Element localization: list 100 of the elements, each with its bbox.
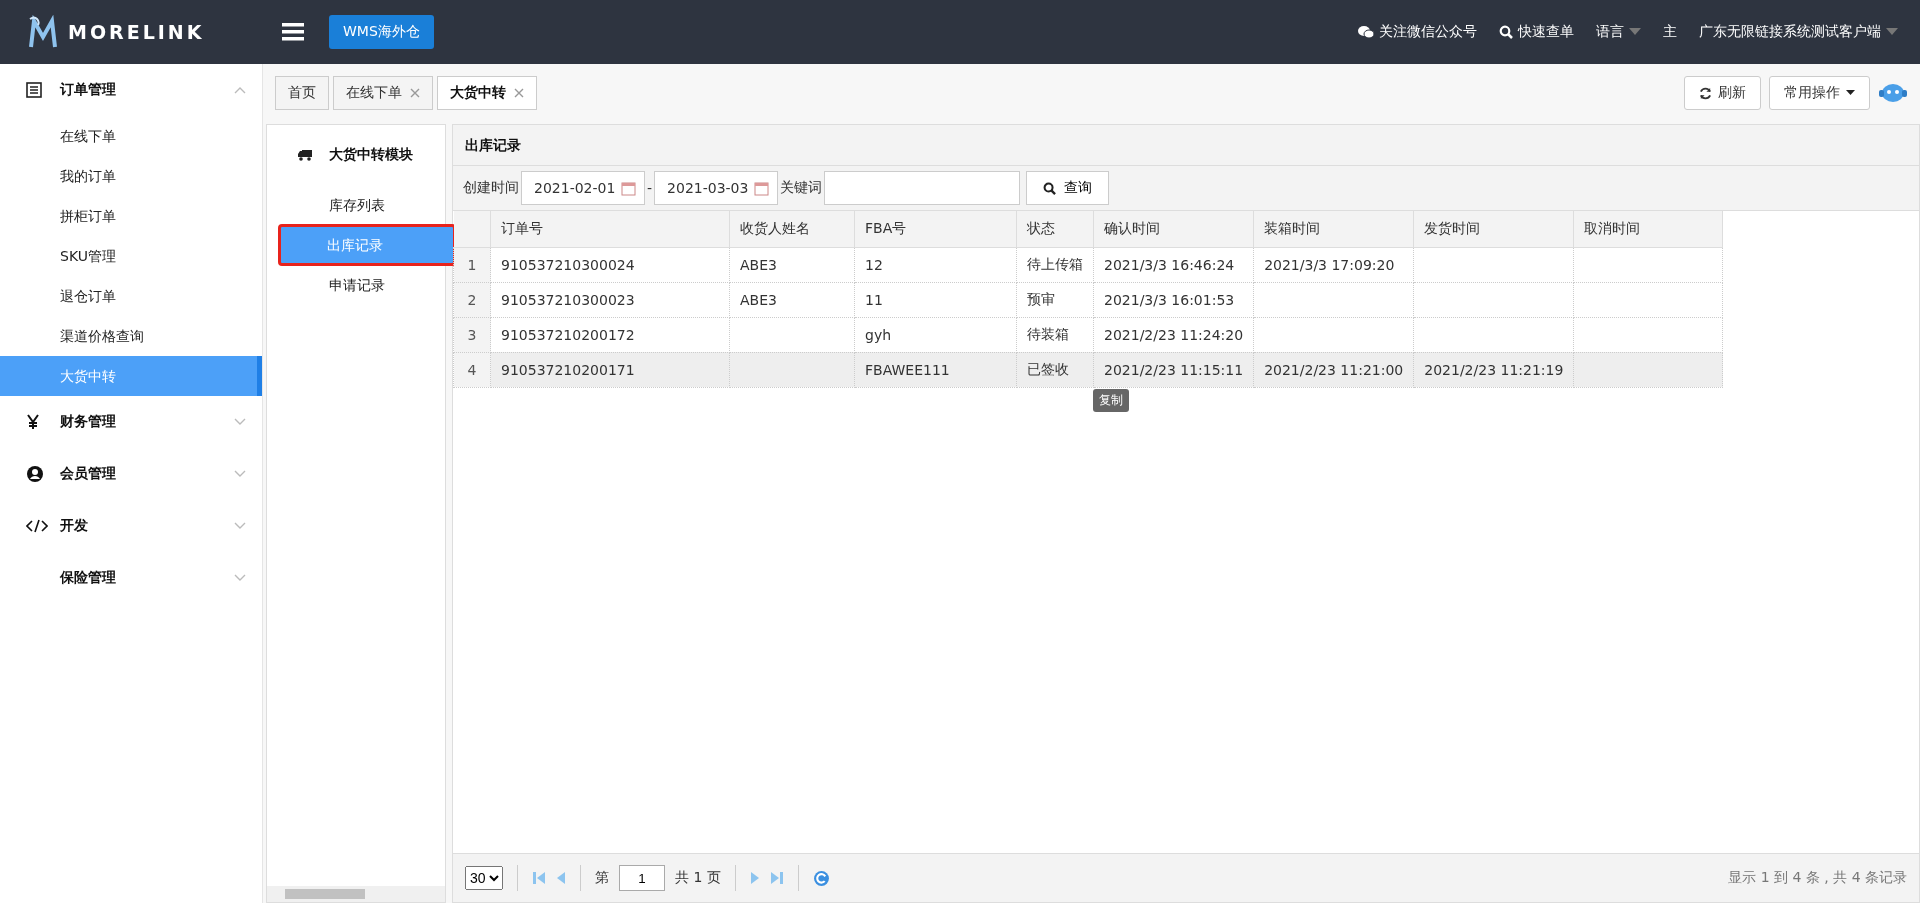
search-icon <box>1043 181 1057 195</box>
column-header[interactable]: 状态 <box>1016 211 1094 247</box>
close-icon[interactable] <box>514 88 524 98</box>
app-button[interactable]: WMS海外仓 <box>329 15 434 49</box>
sidebar-item[interactable]: 我的订单 <box>0 156 262 196</box>
search-icon <box>1499 25 1513 39</box>
robot-icon[interactable] <box>1878 82 1908 104</box>
module-item[interactable]: 申请记录 <box>267 265 445 305</box>
table-cell: 预审 <box>1027 290 1055 307</box>
sidebar-item[interactable]: SKU管理 <box>0 236 262 276</box>
date-field[interactable]: 2021-03-03 <box>654 171 779 205</box>
table-cell: gyh <box>865 326 892 343</box>
table-cell: FBAWEE111 <box>865 361 950 378</box>
top-link[interactable]: 快速查单 <box>1499 23 1574 41</box>
column-header[interactable]: 订单号 <box>490 211 730 247</box>
caret-icon <box>1886 28 1898 36</box>
yen-icon <box>26 414 40 430</box>
sidebar-item[interactable]: 拼柜订单 <box>0 196 262 236</box>
chevron-icon <box>234 470 246 478</box>
chevron-icon <box>234 522 246 530</box>
logo-icon <box>28 15 58 49</box>
column-header[interactable]: 发货时间 <box>1413 211 1574 247</box>
field-label: 关键词 <box>780 179 823 197</box>
sidebar-item[interactable]: 渠道价格查询 <box>0 316 262 356</box>
refresh-button[interactable]: 刷新 <box>1684 76 1761 110</box>
refresh-icon <box>1699 86 1712 100</box>
module-title: 大货中转模块 <box>329 146 413 164</box>
page-count: 共 1 页 <box>675 869 721 887</box>
table-cell: 910537210200172 <box>501 326 635 343</box>
module-item[interactable]: 库存列表 <box>267 185 445 225</box>
sidebar-item[interactable]: 在线下单 <box>0 116 262 156</box>
field-label: 创建时间 <box>463 179 519 197</box>
table-cell: 2021/2/23 11:21:00 <box>1264 361 1404 378</box>
tab[interactable]: 大货中转 <box>437 76 537 110</box>
tab[interactable]: 在线下单 <box>333 76 433 110</box>
top-link[interactable]: 语言 <box>1596 23 1641 41</box>
page-size-select[interactable]: 30 <box>465 866 503 890</box>
table-cell: 2021/2/23 11:15:11 <box>1104 361 1244 378</box>
column-header[interactable]: 确认时间 <box>1093 211 1254 247</box>
chat-bubbles-icon <box>1358 25 1374 39</box>
table-cell: 12 <box>865 256 883 273</box>
table-cell: 2021/2/23 11:24:20 <box>1104 326 1244 343</box>
calendar-icon[interactable] <box>754 180 770 196</box>
table-cell: 910537210300024 <box>501 256 635 273</box>
chevron-icon <box>234 418 246 426</box>
close-icon[interactable] <box>410 88 420 98</box>
table-cell: 待上传箱 <box>1027 255 1083 272</box>
row-number: 4 <box>453 352 491 387</box>
previous-page-icon[interactable] <box>556 871 566 885</box>
table-cell: 2021/3/3 16:01:53 <box>1104 291 1235 308</box>
page-label: 第 <box>595 869 609 887</box>
first-page-icon[interactable] <box>532 871 546 885</box>
tab[interactable]: 首页 <box>275 76 329 110</box>
top-link[interactable]: 关注微信公众号 <box>1358 23 1477 41</box>
keyword-field[interactable] <box>824 171 1021 205</box>
list-icon <box>26 82 42 98</box>
table-cell: 已签收 <box>1027 360 1069 377</box>
sidebar-group[interactable]: 财务管理 <box>0 396 262 448</box>
reload-icon[interactable] <box>812 869 830 887</box>
top-link[interactable]: 主 <box>1663 23 1677 41</box>
caret-icon <box>1846 90 1855 96</box>
sidebar-group[interactable]: 订单管理 <box>0 64 262 116</box>
date-field[interactable]: 2021-02-01 <box>521 171 645 205</box>
column-header[interactable]: FBA号 <box>854 211 1017 247</box>
table-cell: 910537210300023 <box>501 291 635 308</box>
table-cell: 2021/2/23 11:21:19 <box>1424 361 1564 378</box>
column-header[interactable]: 装箱时间 <box>1253 211 1414 247</box>
table-cell: ABE3 <box>740 256 777 273</box>
table-cell: 待装箱 <box>1027 325 1069 342</box>
logo-text: MORELINK <box>68 21 205 43</box>
top-link[interactable]: 广东无限链接系统测试客户端 <box>1699 23 1898 41</box>
chevron-icon <box>234 86 246 94</box>
record-summary: 显示 1 到 4 条 , 共 4 条记录 <box>1728 869 1907 887</box>
tooltip: 复制 <box>1093 389 1129 412</box>
separator: - <box>647 180 653 196</box>
column-header[interactable]: 取消时间 <box>1573 211 1723 247</box>
caret-icon <box>1629 28 1641 36</box>
table-cell: 2021/3/3 17:09:20 <box>1264 256 1395 273</box>
chevron-icon <box>234 574 246 582</box>
next-page-icon[interactable] <box>749 871 760 885</box>
page-field[interactable]: 1 <box>619 865 665 891</box>
row-number: 1 <box>453 247 491 282</box>
sidebar-group[interactable]: 保险管理 <box>0 552 262 604</box>
table-cell: 2021/3/3 16:46:24 <box>1104 256 1235 273</box>
user-icon <box>26 465 44 483</box>
table-cell: 11 <box>865 291 883 308</box>
calendar-icon[interactable] <box>621 180 636 196</box>
actions-button[interactable]: 常用操作 <box>1769 76 1870 110</box>
code-icon <box>26 519 48 533</box>
menu-icon[interactable] <box>282 23 304 41</box>
sidebar-group[interactable]: 开发 <box>0 500 262 552</box>
column-header[interactable]: 收货人姓名 <box>729 211 855 247</box>
search-button[interactable]: 查询 <box>1026 171 1110 205</box>
last-page-icon[interactable] <box>769 871 784 885</box>
table-cell: ABE3 <box>740 291 777 308</box>
table-cell: 910537210200171 <box>501 361 635 378</box>
scrollbar[interactable] <box>267 886 445 902</box>
sidebar-item[interactable]: 退仓订单 <box>0 276 262 316</box>
panel-title: 出库记录 <box>453 125 1919 166</box>
sidebar-group[interactable]: 会员管理 <box>0 448 262 500</box>
